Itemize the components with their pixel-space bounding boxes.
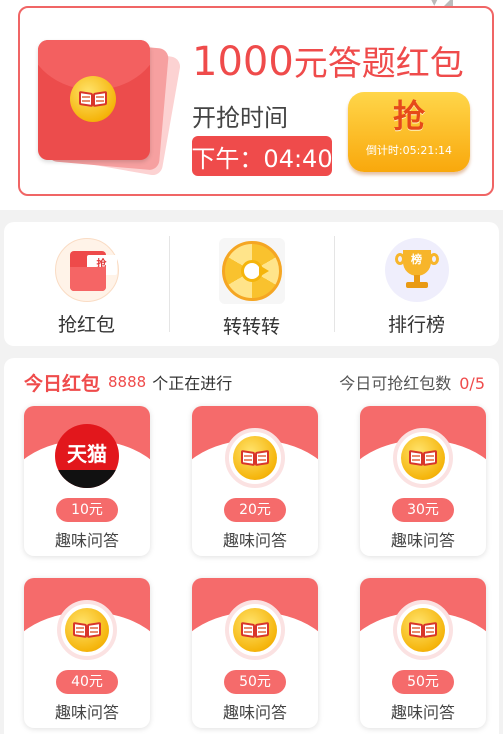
grab-event-card: 1000元答题红包 开抢时间 下午：04:40 抢 倒计时:05:21:14 <box>18 6 494 196</box>
tile-label: 趣味问答 <box>390 703 455 722</box>
tile-label: 趣味问答 <box>54 531 119 550</box>
red-envelope-grid: 天猫 10元 趣味问答 20元 趣味问答 30元 趣味问答 40元 趣味问答 5… <box>4 358 499 734</box>
book-coin-icon <box>225 428 285 488</box>
menu-item-spin-wheel[interactable]: 转转转 <box>169 222 334 346</box>
menu-item-leaderboard[interactable]: 榜 排行榜 <box>334 222 499 346</box>
menu-item-grab-red-envelope[interactable]: 抢 抢红包 <box>4 222 169 346</box>
menu-item-label: 排行榜 <box>387 314 445 336</box>
today-red-envelopes-section: 今日红包 8888 个正在进行 今日可抢红包数 0/5 天猫 10元 趣味问答 2… <box>4 358 499 734</box>
book-coin-icon <box>393 600 453 660</box>
open-time-label: 开抢时间 <box>192 104 288 132</box>
trophy-icon: 榜 <box>384 238 449 302</box>
red-envelope-tile[interactable]: 30元 趣味问答 <box>360 406 486 556</box>
red-envelope-tile[interactable]: 50元 趣味问答 <box>192 578 318 728</box>
red-envelope-icon: 抢 <box>54 238 119 302</box>
tile-amount: 30元 <box>392 498 454 522</box>
spin-wheel-icon <box>218 238 285 304</box>
red-envelope-tile[interactable]: 50元 趣味问答 <box>360 578 486 728</box>
grab-button[interactable]: 抢 倒计时:05:21:14 <box>348 92 470 172</box>
grab-button-label: 抢 <box>392 97 425 135</box>
feature-menu: 抢 抢红包 转转转 榜 排行榜 <box>4 222 499 346</box>
tile-amount: 10元 <box>56 498 118 522</box>
red-envelope-tile[interactable]: 40元 趣味问答 <box>24 578 150 728</box>
tile-label: 趣味问答 <box>222 531 287 550</box>
tile-amount: 40元 <box>56 670 118 694</box>
top-section: ▾ ◢ 1000元答题红包 开抢时间 下午：04:40 抢 倒计时:05:21:… <box>0 0 503 210</box>
tile-label: 趣味问答 <box>54 703 119 722</box>
red-envelope-tile[interactable]: 天猫 10元 趣味问答 <box>24 406 150 556</box>
menu-item-label: 抢红包 <box>57 314 115 336</box>
tile-label: 趣味问答 <box>390 531 455 550</box>
tile-amount: 20元 <box>224 498 286 522</box>
tile-label: 趣味问答 <box>222 703 287 722</box>
book-coin-icon <box>225 600 285 660</box>
event-title: 1000元答题红包 <box>192 39 464 85</box>
menu-item-label: 转转转 <box>222 316 280 338</box>
tmall-logo-icon: 天猫 <box>55 424 119 488</box>
book-icon <box>70 76 116 122</box>
book-coin-icon <box>393 428 453 488</box>
open-time-value: 下午：04:40 <box>191 136 333 176</box>
countdown-text: 倒计时:05:21:14 <box>365 144 453 157</box>
tile-amount: 50元 <box>224 670 286 694</box>
red-envelope-stack-icon <box>38 38 182 177</box>
book-coin-icon <box>57 600 117 660</box>
tile-amount: 50元 <box>392 670 454 694</box>
red-envelope-tile[interactable]: 20元 趣味问答 <box>192 406 318 556</box>
